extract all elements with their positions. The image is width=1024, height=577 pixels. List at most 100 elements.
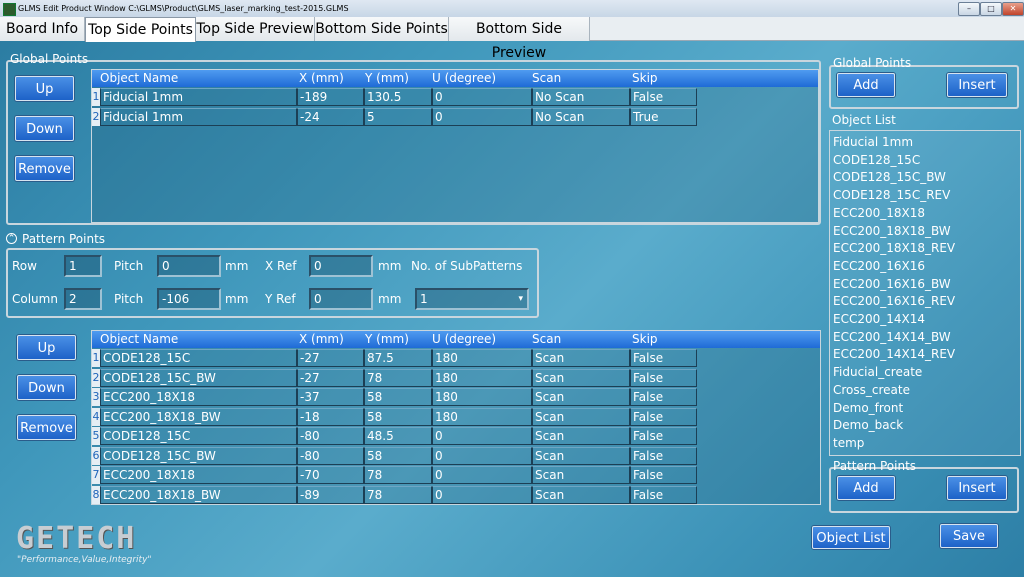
global-insert-button[interactable]: Insert xyxy=(947,73,1007,97)
cell-u[interactable]: 0 xyxy=(432,107,532,126)
list-item[interactable]: Fiducial_create xyxy=(833,365,922,379)
list-item[interactable]: ECC200_16X16 xyxy=(833,259,925,273)
global-remove-button[interactable]: Remove xyxy=(15,156,74,181)
global-down-button[interactable]: Down xyxy=(15,116,74,141)
cell-x[interactable]: -27 xyxy=(297,349,364,367)
pattern-points-table[interactable]: Object Name X (mm) Y (mm) U (degree) Sca… xyxy=(91,330,821,505)
list-item[interactable]: CODE128_15C xyxy=(833,153,920,167)
cell-y[interactable]: 78 xyxy=(364,466,432,484)
cell-y[interactable]: 78 xyxy=(364,485,432,504)
cell-object-name[interactable]: ECC200_18X18 xyxy=(100,388,297,406)
cell-u[interactable]: 180 xyxy=(432,349,532,367)
cell-object-name[interactable]: CODE128_15C_BW xyxy=(100,446,297,465)
cell-object-name[interactable]: CODE128_15C xyxy=(100,427,297,445)
cell-scan[interactable]: Scan xyxy=(532,427,630,445)
cell-y[interactable]: 58 xyxy=(364,446,432,465)
list-item[interactable]: ECC200_16X16_REV xyxy=(833,294,955,308)
list-item[interactable]: Demo_front xyxy=(833,401,903,415)
pitch-row-input[interactable]: 0 xyxy=(157,255,221,277)
save-button[interactable]: Save xyxy=(940,524,998,548)
table-row[interactable]: 3 ECC200_18X18 -37 58 180 Scan False xyxy=(92,388,820,407)
cell-u[interactable]: 180 xyxy=(432,368,532,387)
list-item[interactable]: ECC200_14X14_BW xyxy=(833,330,951,344)
xref-input[interactable]: 0 xyxy=(309,255,373,277)
pattern-up-button[interactable]: Up xyxy=(17,335,76,360)
tab-top-side-points[interactable]: Top Side Points xyxy=(85,17,196,42)
table-row[interactable]: 2 CODE128_15C_BW -27 78 180 Scan False xyxy=(92,368,820,388)
cell-x[interactable]: -80 xyxy=(297,446,364,465)
cell-skip[interactable]: True xyxy=(630,107,697,126)
cell-x[interactable]: -89 xyxy=(297,485,364,504)
cell-scan[interactable]: Scan xyxy=(532,407,630,426)
list-item[interactable]: Demo_back xyxy=(833,418,903,432)
cell-u[interactable]: 0 xyxy=(432,427,532,445)
close-button[interactable]: ✕ xyxy=(1002,2,1024,16)
table-row[interactable]: 5 CODE128_15C -80 48.5 0 Scan False xyxy=(92,427,820,446)
table-row[interactable]: 1 Fiducial 1mm -189 130.5 0 No Scan False xyxy=(92,88,818,107)
tab-top-side-preview[interactable]: Top Side Preview xyxy=(196,17,315,41)
cell-skip[interactable]: False xyxy=(630,427,697,445)
maximize-button[interactable]: □ xyxy=(980,2,1002,16)
cell-x[interactable]: -18 xyxy=(297,407,364,426)
cell-skip[interactable]: False xyxy=(630,368,697,387)
list-item[interactable]: CODE128_15C_BW xyxy=(833,170,946,184)
cell-skip[interactable]: False xyxy=(630,407,697,426)
list-item[interactable]: Fiducial 1mm xyxy=(833,135,913,149)
cell-y[interactable]: 130.5 xyxy=(364,88,432,106)
cell-u[interactable]: 0 xyxy=(432,485,532,504)
cell-scan[interactable]: Scan xyxy=(532,446,630,465)
cell-scan[interactable]: Scan xyxy=(532,388,630,406)
column-input[interactable]: 2 xyxy=(64,288,102,310)
cell-scan[interactable]: No Scan xyxy=(532,88,630,106)
cell-object-name[interactable]: ECC200_18X18 xyxy=(100,466,297,484)
tab-bottom-side-points[interactable]: Bottom Side Points xyxy=(315,17,449,41)
list-item[interactable]: CODE128_15C_REV xyxy=(833,188,950,202)
list-item[interactable]: ECC200_18X18 xyxy=(833,206,925,220)
list-item[interactable]: ECC200_18X18_REV xyxy=(833,241,955,255)
cell-object-name[interactable]: CODE128_15C xyxy=(100,349,297,367)
cell-u[interactable]: 180 xyxy=(432,407,532,426)
list-item[interactable]: temp xyxy=(833,436,864,450)
cell-y[interactable]: 58 xyxy=(364,407,432,426)
list-item[interactable]: ECC200_16X16_BW xyxy=(833,277,951,291)
minimize-button[interactable]: – xyxy=(958,2,980,16)
subpatterns-select[interactable]: 1 ▾ xyxy=(415,288,529,310)
cell-scan[interactable]: No Scan xyxy=(532,107,630,126)
list-item[interactable]: ECC200_14X14_REV xyxy=(833,347,955,361)
global-add-button[interactable]: Add xyxy=(837,73,895,97)
cell-scan[interactable]: Scan xyxy=(532,466,630,484)
collapse-icon[interactable]: ⌃ xyxy=(6,233,17,244)
cell-object-name[interactable]: Fiducial 1mm xyxy=(100,107,297,126)
cell-object-name[interactable]: ECC200_18X18_BW xyxy=(100,407,297,426)
cell-y[interactable]: 78 xyxy=(364,368,432,387)
cell-y[interactable]: 5 xyxy=(364,107,432,126)
pattern-remove-button[interactable]: Remove xyxy=(17,415,76,440)
object-list[interactable]: Fiducial 1mm CODE128_15C CODE128_15C_BW COD… xyxy=(829,130,1021,456)
table-row[interactable]: 4 ECC200_18X18_BW -18 58 180 Scan False xyxy=(92,407,820,427)
cell-skip[interactable]: False xyxy=(630,388,697,406)
cell-y[interactable]: 48.5 xyxy=(364,427,432,445)
cell-y[interactable]: 87.5 xyxy=(364,349,432,367)
cell-object-name[interactable]: Fiducial 1mm xyxy=(100,88,297,106)
cell-skip[interactable]: False xyxy=(630,446,697,465)
list-item[interactable]: ECC200_18X18_BW xyxy=(833,224,951,238)
cell-u[interactable]: 180 xyxy=(432,388,532,406)
global-points-table[interactable]: Object Name X (mm) Y (mm) U (degree) Sca… xyxy=(91,69,819,223)
cell-y[interactable]: 58 xyxy=(364,388,432,406)
list-item[interactable]: ECC200_14X14 xyxy=(833,312,925,326)
cell-skip[interactable]: False xyxy=(630,349,697,367)
cell-skip[interactable]: False xyxy=(630,485,697,504)
cell-x[interactable]: -70 xyxy=(297,466,364,484)
cell-scan[interactable]: Scan xyxy=(532,368,630,387)
table-row[interactable]: 1 CODE128_15C -27 87.5 180 Scan False xyxy=(92,349,820,368)
table-row[interactable]: 7 ECC200_18X18 -70 78 0 Scan False xyxy=(92,466,820,485)
cell-u[interactable]: 0 xyxy=(432,88,532,106)
cell-skip[interactable]: False xyxy=(630,466,697,484)
cell-skip[interactable]: False xyxy=(630,88,697,106)
yref-input[interactable]: 0 xyxy=(309,288,373,310)
pattern-insert-button[interactable]: Insert xyxy=(947,476,1007,500)
cell-x[interactable]: -37 xyxy=(297,388,364,406)
cell-x[interactable]: -189 xyxy=(297,88,364,106)
pattern-add-button[interactable]: Add xyxy=(837,476,895,500)
cell-u[interactable]: 0 xyxy=(432,466,532,484)
